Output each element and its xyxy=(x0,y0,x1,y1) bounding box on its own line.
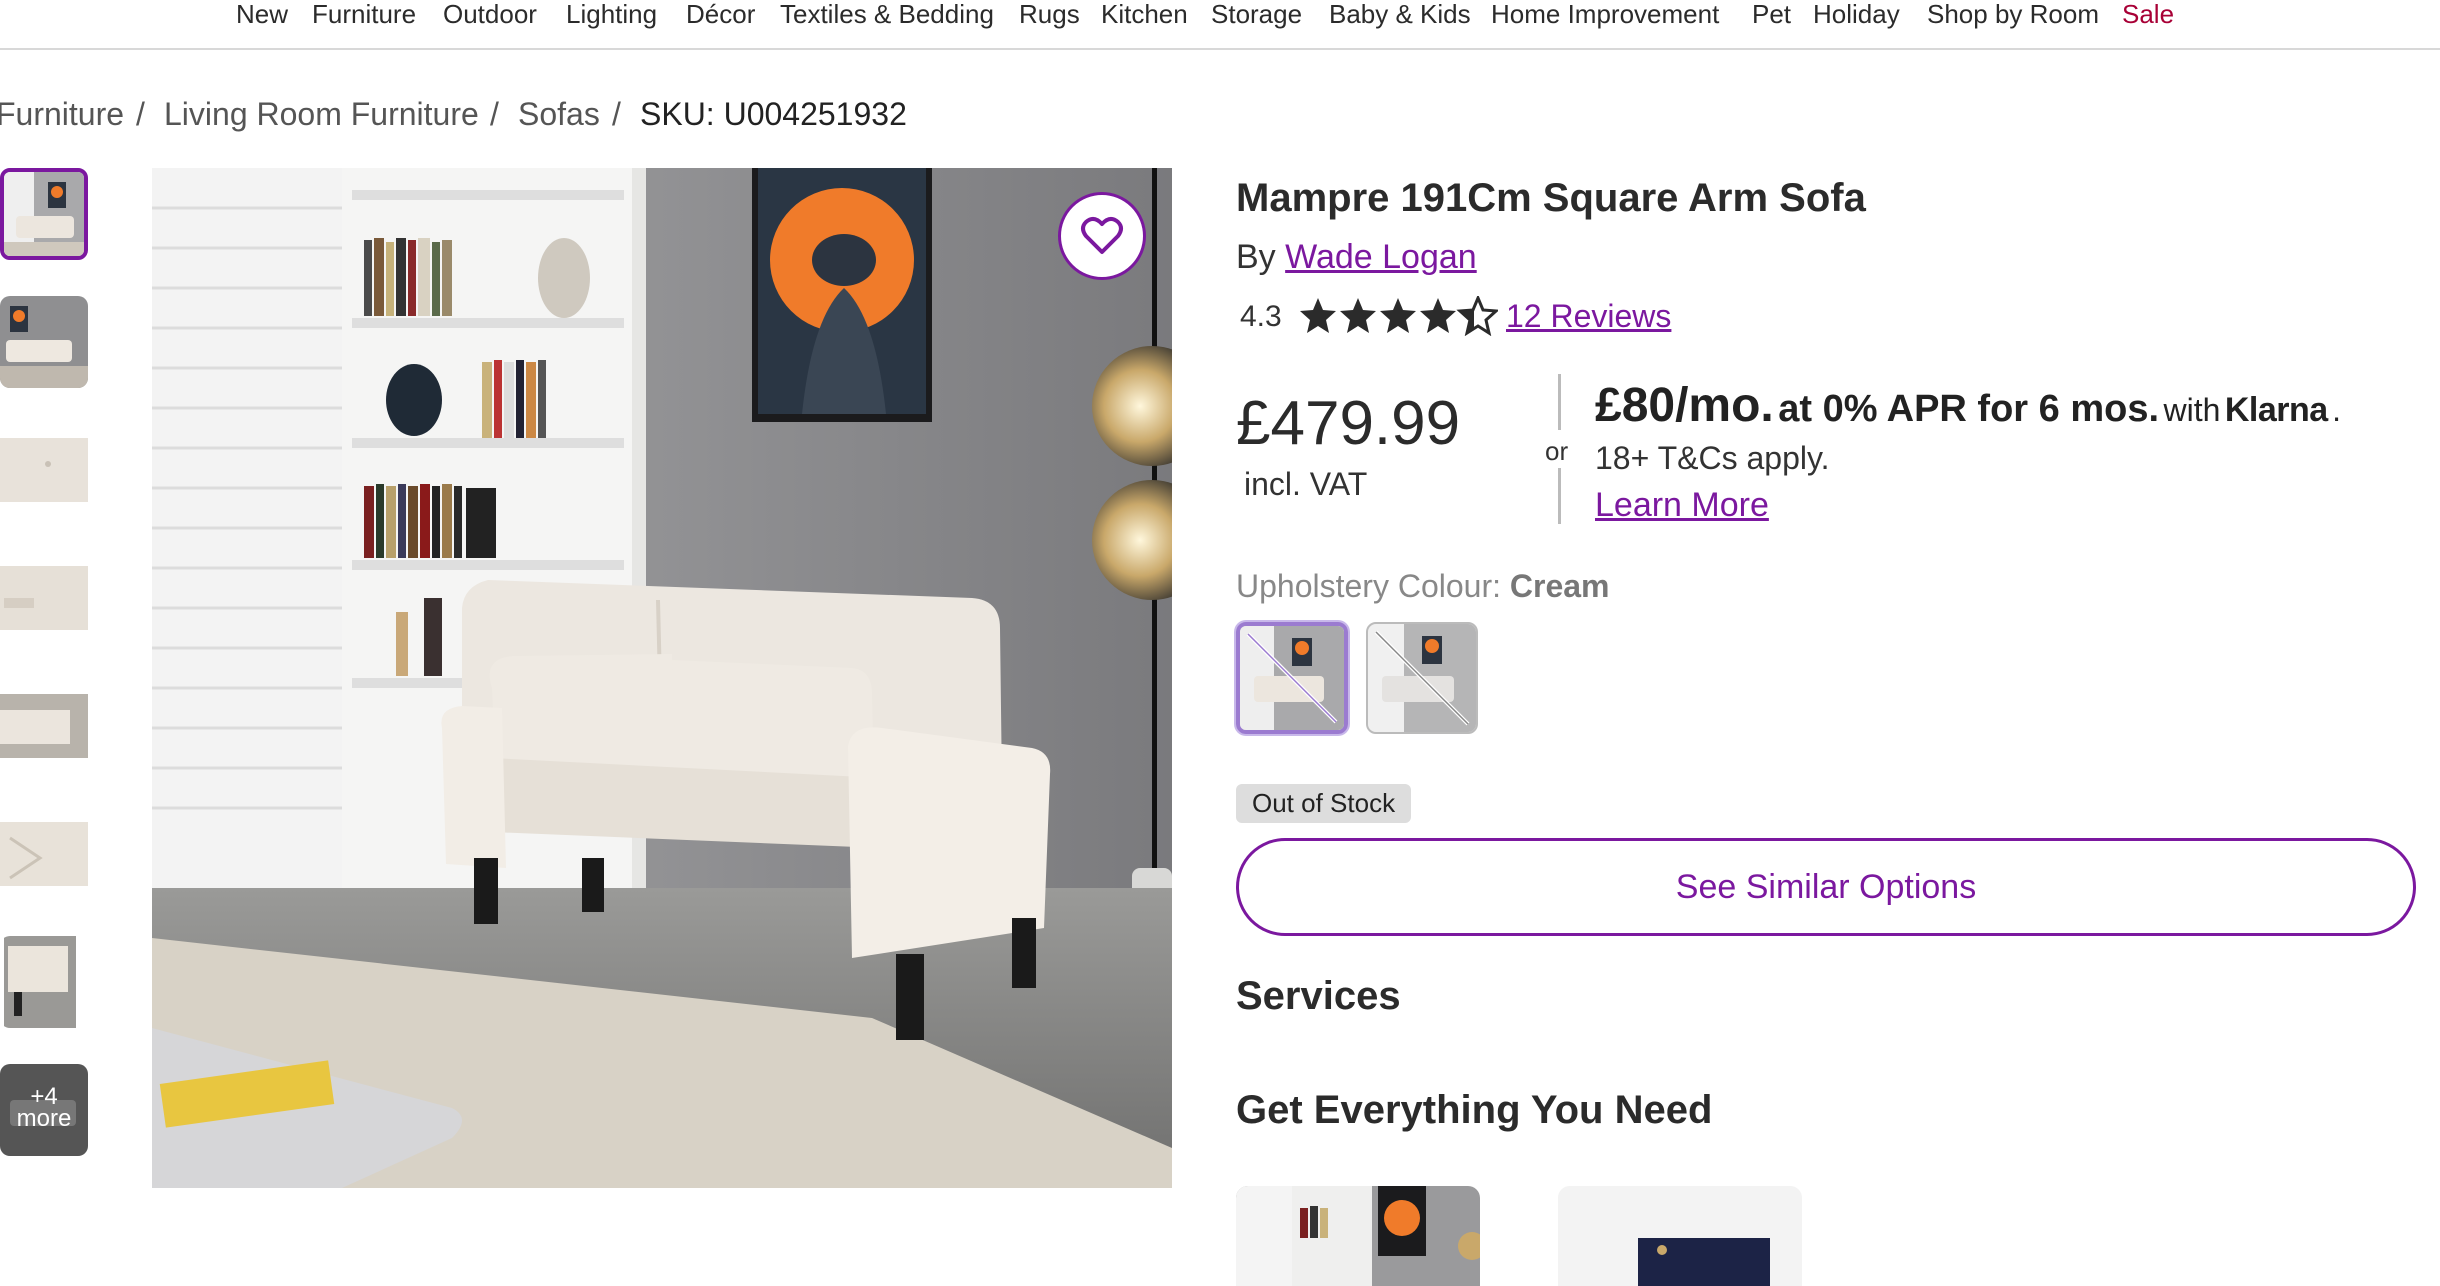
heart-icon xyxy=(1081,217,1123,254)
star-icon xyxy=(1340,298,1376,333)
nav-item-sale[interactable]: Sale xyxy=(2122,0,2174,28)
nav-item-storage[interactable]: Storage xyxy=(1211,0,1302,28)
sofa-photo xyxy=(152,168,1172,1188)
klarna-offer: £80/mo. at 0% APR for 6 mos. with Klarna… xyxy=(1595,378,2341,433)
thumbnail-image xyxy=(0,424,88,516)
colour-value: Cream xyxy=(1509,568,1610,604)
klarna-logo: Klarna xyxy=(2224,391,2328,429)
nav-item-textiles-bedding[interactable]: Textiles & Bedding xyxy=(780,0,994,28)
thumbnail-2[interactable] xyxy=(0,296,88,388)
nav-item-decor[interactable]: Décor xyxy=(686,0,755,28)
klarna-apr: at 0% APR for 6 mos. xyxy=(1778,388,2160,430)
more-images-label: +4 more xyxy=(0,1085,88,1132)
reviews-link[interactable]: 12 Reviews xyxy=(1506,298,1671,335)
nav-item-home-improvement[interactable]: Home Improvement xyxy=(1491,0,1719,28)
brand-line: By Wade Logan xyxy=(1236,238,1477,277)
star-icon xyxy=(1420,298,1456,333)
nav-item-shop-by-room[interactable]: Shop by Room xyxy=(1927,0,2099,28)
thumbnail-image xyxy=(0,808,88,900)
nav-item-baby-kids[interactable]: Baby & Kids xyxy=(1329,0,1471,28)
thumbnail-4[interactable] xyxy=(0,552,88,644)
out-of-stock-badge: Out of Stock xyxy=(1236,784,1412,823)
klarna-period: . xyxy=(2332,392,2342,428)
swatch-alternate[interactable] xyxy=(1366,622,1478,734)
product-title: Mampre 191Cm Square Arm Sofa xyxy=(1236,176,1866,220)
divider xyxy=(1558,374,1561,430)
star-icon xyxy=(1380,298,1416,333)
top-navigation: New Furniture Outdoor Lighting Décor Tex… xyxy=(0,0,2440,50)
learn-more-link[interactable]: Learn More xyxy=(1595,486,1769,525)
thumbnail-image xyxy=(0,296,88,388)
breadcrumb-sku: SKU: U004251932 xyxy=(640,96,907,132)
colour-label: Upholstery Colour: Cream xyxy=(1236,568,1610,605)
klarna-monthly: £80/mo. xyxy=(1595,379,1774,432)
swatch-cream[interactable] xyxy=(1236,622,1348,734)
or-separator: or xyxy=(1545,436,1569,466)
nav-item-furniture[interactable]: Furniture xyxy=(312,0,416,28)
swatch-image xyxy=(1240,626,1344,730)
thumbnail-image xyxy=(4,172,84,256)
thumbnail-more[interactable]: +4 more xyxy=(0,1064,88,1156)
breadcrumb-sofas[interactable]: Sofas xyxy=(518,96,600,132)
nav-item-holiday[interactable]: Holiday xyxy=(1813,0,1900,28)
recommendation-card[interactable] xyxy=(1558,1186,1802,1286)
thumbnail-5[interactable] xyxy=(0,680,88,772)
breadcrumb-separator: / xyxy=(612,96,621,132)
thumbnail-3[interactable] xyxy=(0,424,88,516)
thumbnail-image xyxy=(0,936,88,1028)
rating-stars xyxy=(1298,296,1498,341)
rating-value: 4.3 xyxy=(1240,300,1282,333)
recommendation-card[interactable] xyxy=(1236,1186,1480,1286)
brand-link[interactable]: Wade Logan xyxy=(1285,238,1477,276)
main-product-image[interactable] xyxy=(152,168,1172,1188)
recommendation-image xyxy=(1236,1186,1480,1286)
recommendation-image xyxy=(1558,1186,1802,1286)
wishlist-button[interactable] xyxy=(1058,192,1146,280)
thumbnail-image xyxy=(0,680,88,772)
colour-label-text: Upholstery Colour: xyxy=(1236,568,1501,604)
klarna-with: with xyxy=(2163,392,2221,428)
thumbnail-image xyxy=(0,552,88,644)
nav-item-rugs[interactable]: Rugs xyxy=(1019,0,1080,28)
breadcrumb-separator: / xyxy=(490,96,499,132)
services-heading: Services xyxy=(1236,974,1401,1018)
see-similar-options-button[interactable]: See Similar Options xyxy=(1236,838,2416,936)
more-text: more xyxy=(16,1105,72,1132)
nav-item-outdoor[interactable]: Outdoor xyxy=(443,0,537,28)
breadcrumb-separator: / xyxy=(136,96,145,132)
nav-item-new[interactable]: New xyxy=(236,0,288,28)
thumbnail-1[interactable] xyxy=(0,168,88,260)
nav-item-lighting[interactable]: Lighting xyxy=(566,0,657,28)
by-prefix: By xyxy=(1236,238,1276,276)
breadcrumb-living-room-furniture[interactable]: Living Room Furniture xyxy=(164,96,479,132)
thumbnail-7[interactable] xyxy=(0,936,88,1028)
breadcrumb-furniture[interactable]: Furniture xyxy=(0,96,124,132)
product-price: £479.99 xyxy=(1236,389,1461,458)
nav-item-kitchen[interactable]: Kitchen xyxy=(1101,0,1188,28)
thumbnail-6[interactable] xyxy=(0,808,88,900)
klarna-terms: 18+ T&Cs apply. xyxy=(1595,440,1830,476)
nav-item-pet[interactable]: Pet xyxy=(1752,0,1791,28)
divider xyxy=(1558,468,1561,524)
vat-note: incl. VAT xyxy=(1244,466,1368,502)
swatch-image xyxy=(1368,624,1476,732)
star-icon xyxy=(1300,298,1336,333)
half-star-icon xyxy=(1458,296,1498,335)
get-everything-heading: Get Everything You Need xyxy=(1236,1088,1713,1132)
